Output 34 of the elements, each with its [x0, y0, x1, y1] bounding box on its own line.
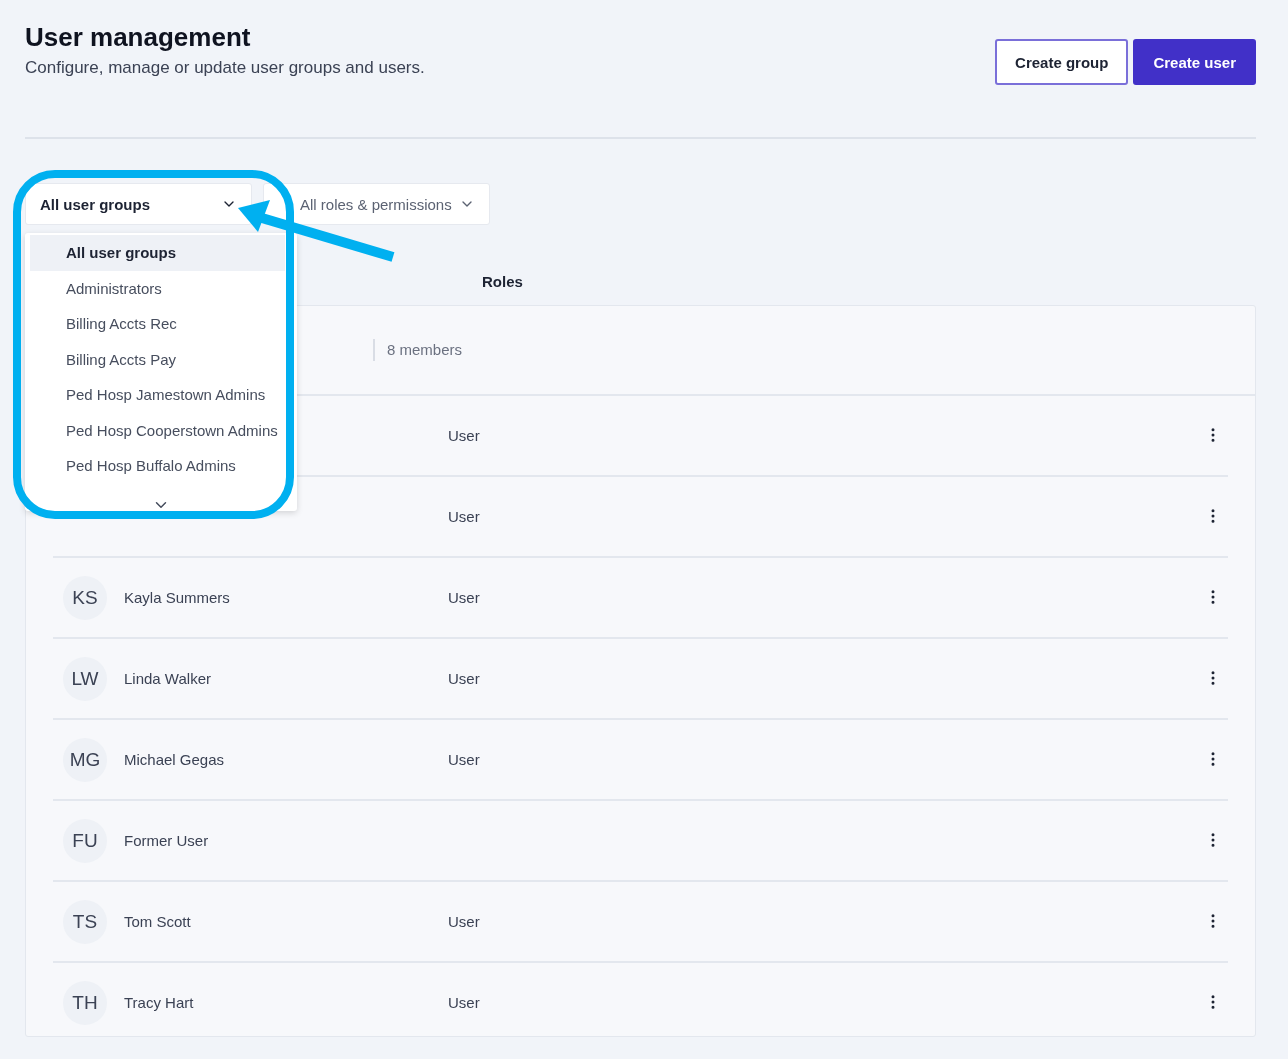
user-name: Tracy Hart — [124, 994, 195, 1011]
user-name: Former User — [124, 832, 210, 849]
user-role: User — [448, 508, 481, 525]
user-avatar: TS — [63, 899, 107, 944]
user-avatar: TH — [63, 980, 107, 1025]
user-avatar: FU — [63, 818, 107, 863]
dropdown-option[interactable]: Billing Accts Rec — [30, 306, 285, 342]
user-role: User — [448, 994, 481, 1011]
dropdown-option[interactable]: Ped Hosp Jamestown Admins — [30, 377, 285, 413]
user-role: User — [448, 913, 481, 930]
column-header: Roles — [482, 273, 523, 290]
dropdown-option[interactable]: Ped Hosp Cooperstown Admins — [30, 412, 285, 448]
user-role: User — [448, 427, 481, 444]
dropdown-option[interactable]: Administrators — [30, 270, 285, 306]
member-count: 8 members — [373, 339, 463, 361]
user-avatar: KS — [63, 575, 107, 620]
user-avatar: MG — [63, 737, 107, 782]
user-role: User — [448, 751, 481, 768]
filter-dropdown[interactable]: All roles & permissions — [263, 183, 490, 225]
user-name: Michael Gegas — [124, 751, 226, 768]
page-title: User management — [25, 22, 252, 52]
user-name: Kayla Summers — [124, 589, 231, 606]
user-role: User — [448, 589, 481, 606]
dropdown-option[interactable]: Ped Hosp Buffalo Admins — [30, 448, 285, 484]
page-subtitle: Configure, manage or update user groups and users. — [25, 58, 425, 78]
user-avatar: LW — [63, 656, 107, 701]
filter-dropdown[interactable]: All user groups — [25, 183, 252, 225]
dropdown-option[interactable]: All user groups — [30, 235, 285, 271]
create-group-button[interactable]: Create group — [995, 39, 1129, 85]
user-name: Tom Scott — [124, 913, 192, 930]
user-name: Linda Walker — [124, 670, 212, 687]
dropdown-option[interactable]: Billing Accts Pay — [30, 341, 285, 377]
create-user-button[interactable]: Create user — [1133, 39, 1256, 85]
user-role: User — [448, 670, 481, 687]
